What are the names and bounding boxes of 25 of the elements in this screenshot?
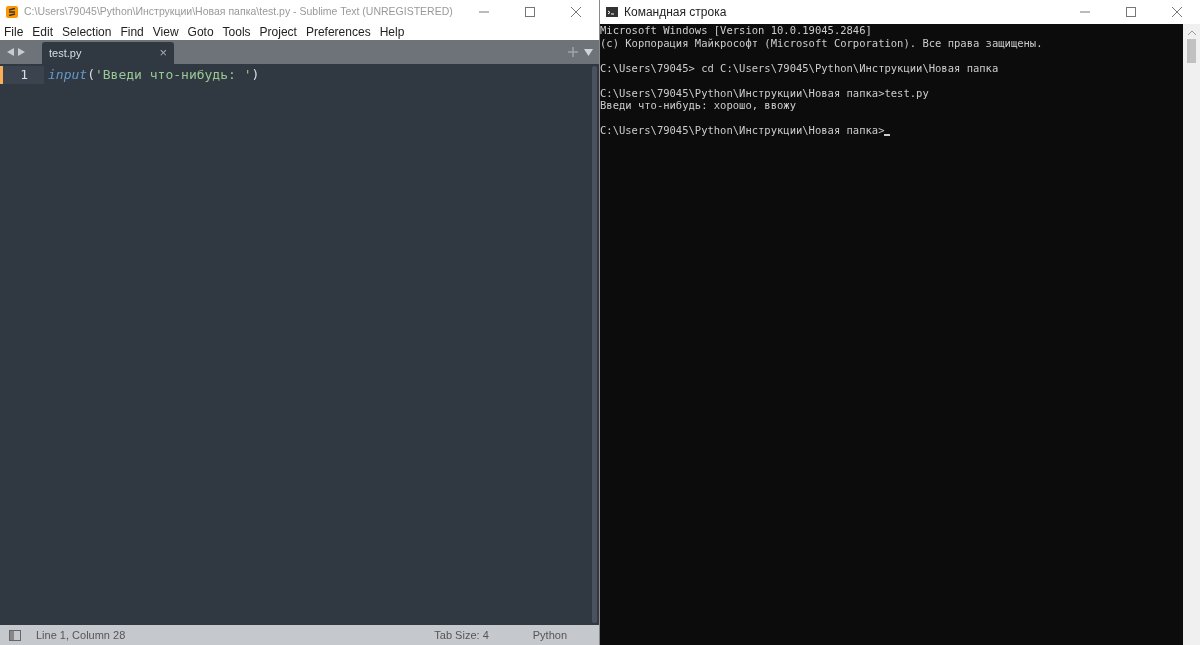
syntax-name[interactable]: Python	[532, 626, 567, 644]
window-title: C:\Users\79045\Python\Инструкции\Новая папка\test.py - Sublime Text (UNREGISTERED)	[24, 4, 454, 20]
console-line: Microsoft Windows [Version 10.0.19045.2846]	[600, 24, 872, 37]
console-line: C:\Users\79045\Python\Инструкции\Новая папка>test.py	[600, 86, 929, 99]
menu-item[interactable]: Selection	[62, 26, 112, 38]
menu-item[interactable]: Preferences	[305, 26, 371, 38]
menu-item[interactable]: Edit	[32, 26, 54, 38]
tab-size[interactable]: Tab Size: 4	[434, 626, 489, 644]
cursor-position: Line 1, Column 28	[36, 627, 126, 643]
console-line: (c) Корпорация Майкрософт (Microsoft Corporation). Все права защищены.	[600, 36, 1043, 49]
window-title: Командная строка	[624, 4, 728, 21]
menu-item[interactable]: Project	[259, 26, 297, 38]
menu-item[interactable]: Help	[379, 26, 405, 38]
menu-item[interactable]: Goto	[187, 26, 214, 38]
console-line: C:\Users\79045\Python\Инструкции\Новая папка>	[600, 124, 885, 137]
console-line: C:\Users\79045> cd C:\Users\79045\Python\Инструкции\Новая папка	[600, 61, 999, 74]
line-number: 1	[0, 66, 44, 84]
menu-item[interactable]: View	[152, 26, 179, 38]
file-tab[interactable]: test.py ×	[42, 42, 174, 64]
code-line: input('Введи что-нибудь: ')	[47, 66, 260, 85]
tab-close-button[interactable]: ×	[159, 43, 167, 63]
console-line: Введи что-нибудь: хорошо, ввожу	[600, 99, 796, 112]
menu-item[interactable]: File	[4, 26, 24, 38]
menu-item[interactable]: Tools	[222, 26, 251, 38]
menu-item[interactable]: Find	[120, 26, 144, 38]
